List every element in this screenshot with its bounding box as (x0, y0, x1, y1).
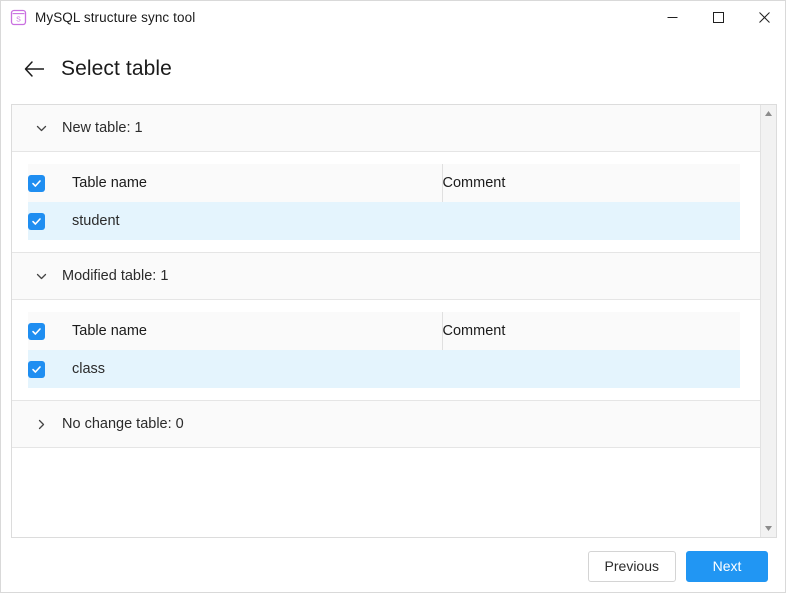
page-title: Select table (61, 57, 172, 80)
panel-content: New table: 1 Table name Comment student … (12, 105, 760, 537)
cell-table-name: student (72, 213, 120, 229)
cell-comment (442, 202, 740, 240)
row-checkbox[interactable] (28, 202, 72, 240)
table-block-modified-table: Table name Comment class (12, 300, 760, 401)
table-row[interactable]: student (28, 202, 740, 240)
minimize-icon[interactable] (649, 1, 695, 33)
section-header-no-change-table[interactable]: No change table: 0 (12, 401, 760, 448)
table-block-new-table: Table name Comment student (12, 152, 760, 253)
checkbox-checked-icon (28, 360, 45, 378)
table-row[interactable]: class (28, 350, 740, 388)
column-header-table-name: Table name (72, 175, 147, 191)
section-header-modified-table[interactable]: Modified table: 1 (12, 253, 760, 300)
column-header-comment: Comment (441, 164, 740, 202)
window-title: MySQL structure sync tool (35, 9, 196, 25)
chevron-down-icon (32, 267, 50, 285)
column-header-table-name: Table name (72, 323, 147, 339)
table-header-row: Table name Comment (28, 312, 740, 350)
section-label: Modified table: 1 (62, 268, 169, 284)
select-all-checkbox[interactable] (28, 312, 72, 350)
section-label: New table: 1 (62, 120, 143, 136)
section-label: No change table: 0 (62, 416, 184, 432)
chevron-right-icon (32, 415, 50, 433)
row-checkbox[interactable] (28, 350, 72, 388)
checkbox-checked-icon (28, 322, 45, 340)
section-header-new-table[interactable]: New table: 1 (12, 105, 760, 152)
table-new-table: Table name Comment student (28, 164, 740, 240)
previous-button[interactable]: Previous (587, 550, 676, 582)
table-header-row: Table name Comment (28, 164, 740, 202)
cell-table-name: class (72, 361, 106, 377)
window-controls (649, 1, 785, 33)
back-arrow-icon[interactable] (23, 57, 47, 81)
table-selection-panel: New table: 1 Table name Comment student … (11, 104, 777, 538)
title-bar: S MySQL structure sync tool (1, 1, 785, 33)
mysql-sync-icon: S (9, 8, 27, 26)
cell-comment (442, 350, 740, 388)
footer-actions: Previous Next (1, 538, 785, 592)
svg-text:S: S (16, 16, 21, 23)
table-modified-table: Table name Comment class (28, 312, 740, 388)
scroll-up-arrow-icon[interactable] (761, 105, 777, 122)
next-button[interactable]: Next (686, 550, 768, 582)
page-header: Select table (1, 47, 785, 91)
scrollbar-thumb[interactable] (763, 122, 774, 422)
maximize-icon[interactable] (695, 1, 741, 33)
close-icon[interactable] (741, 1, 785, 33)
vertical-scrollbar[interactable] (760, 105, 776, 537)
checkbox-checked-icon (28, 212, 45, 230)
column-header-comment: Comment (441, 312, 740, 350)
app-window: S MySQL structure sync tool Select table (0, 0, 786, 593)
chevron-down-icon (32, 119, 50, 137)
scroll-down-arrow-icon[interactable] (761, 520, 777, 537)
checkbox-checked-icon (28, 174, 45, 192)
select-all-checkbox[interactable] (28, 164, 72, 202)
